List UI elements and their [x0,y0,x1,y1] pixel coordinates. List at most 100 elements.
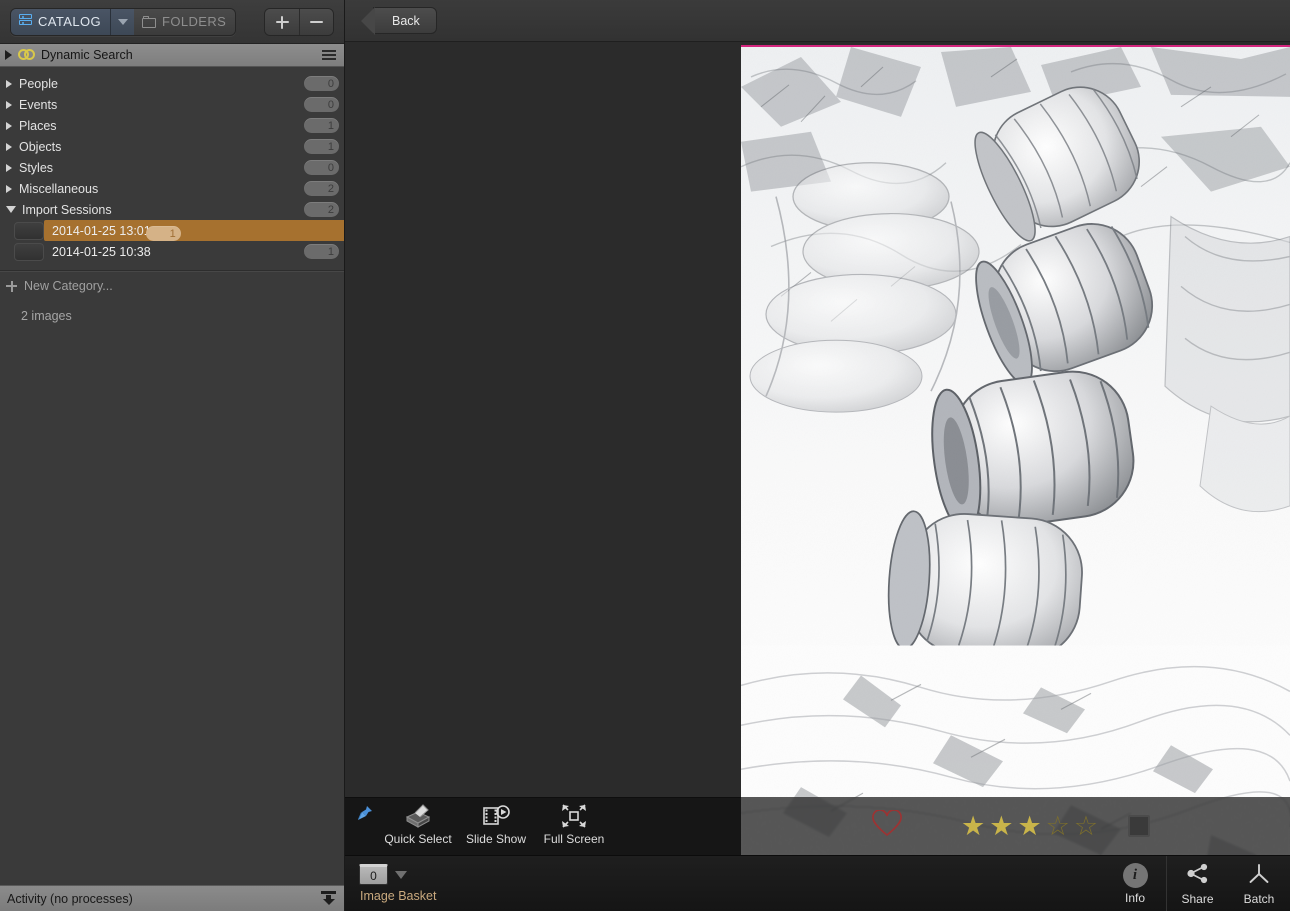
chevron-right-icon [6,184,12,193]
pin-icon[interactable] [357,805,373,821]
activity-label: Activity (no processes) [7,891,133,906]
tab-folders-label: FOLDERS [162,14,227,29]
new-category-label: New Category... [24,279,113,293]
catalog-icon [19,14,32,29]
tab-catalog-label: CATALOG [38,14,101,29]
add-collection-button[interactable] [265,9,299,35]
photo-image[interactable] [741,47,1290,855]
tree-item-objects[interactable]: Objects 1 [0,136,344,157]
status-actions: i Info Share Batch [1104,855,1290,911]
share-label: Share [1181,891,1214,906]
tree-item-events[interactable]: Events 0 [0,94,344,115]
full-screen-label: Full Screen [543,832,605,846]
tree-item-label: Places [19,118,57,133]
slide-show-button[interactable]: Slide Show [457,798,535,846]
star-4[interactable]: ☆ [1046,812,1070,840]
tree-item-places[interactable]: Places 1 [0,115,344,136]
chevron-right-icon [6,121,12,130]
basket-dropdown-icon[interactable] [395,870,407,879]
tree-item-count: 1 [304,118,339,133]
color-label-swatch[interactable] [1128,815,1151,837]
application-window: CATALOG FOLDERS Dynamic Search People 0 … [0,0,1290,911]
dynamic-search-icon [18,49,36,61]
chevron-right-icon [6,142,12,151]
star-3[interactable]: ★ [1017,812,1041,840]
chevron-right-icon [6,79,12,88]
chevron-right-icon [6,100,12,109]
share-button[interactable]: Share [1166,855,1228,911]
tree-item-label: Events [19,97,58,112]
status-bar: 0 Image Basket i Info Share Batch [345,855,1290,911]
catalog-tree: People 0 Events 0 Places 1 Objects 1 Sty… [0,67,344,262]
session-label: 2014-01-25 13:01 [52,223,151,238]
batch-button[interactable]: Batch [1228,856,1290,911]
image-basket[interactable]: 0 Image Basket [359,864,436,903]
tree-item-miscellaneous[interactable]: Miscellaneous 2 [0,178,344,199]
image-count-label: 2 images [21,309,72,323]
full-screen-button[interactable]: Full Screen [535,798,613,846]
chevron-right-icon [6,163,12,172]
folder-icon [142,15,156,28]
dynamic-search-header[interactable]: Dynamic Search [0,44,344,67]
download-icon[interactable] [321,891,336,906]
main-panel: Back Quick Select Slide Show Full Screen… [345,0,1290,911]
tree-item-import-sessions[interactable]: Import Sessions 2 [0,199,344,220]
session-count: 1 [304,244,339,259]
share-icon [1185,862,1211,889]
info-label: Info [1124,890,1145,905]
quick-select-label: Quick Select [384,832,452,846]
star-5[interactable]: ☆ [1074,812,1098,840]
tree-item-count: 0 [304,160,339,175]
viewer-toolbar: Quick Select Slide Show Full Screen [345,797,741,855]
disclosure-triangle-icon [5,50,12,60]
hamburger-icon[interactable] [322,50,336,60]
session-thumbnail [14,221,44,240]
source-tab-group: CATALOG FOLDERS [10,7,237,36]
tree-item-label: Styles [19,160,54,175]
info-button[interactable]: i Info [1104,856,1166,911]
star-rating[interactable]: ★ ★ ★ ☆ ☆ [961,812,1098,840]
tree-item-count: 0 [304,76,339,91]
catalog-dropdown-button[interactable] [110,8,134,35]
chevron-down-icon [117,18,128,25]
info-icon: i [1122,862,1148,888]
tree-item-styles[interactable]: Styles 0 [0,157,344,178]
star-2[interactable]: ★ [989,812,1013,840]
tree-item-label: Import Sessions [22,202,112,217]
minus-icon [310,21,323,23]
slide-show-icon [481,803,511,829]
quick-select-button[interactable]: Quick Select [379,798,457,846]
heart-icon[interactable] [871,808,903,843]
session-label: 2014-01-25 10:38 [52,244,151,259]
session-item-2014-01-25-1301[interactable]: 2014-01-25 13:01 1 [0,220,344,241]
chevron-down-icon [6,206,16,213]
tab-folders[interactable]: FOLDERS [134,8,236,35]
full-screen-icon [559,803,589,829]
tree-item-label: Miscellaneous [19,181,99,196]
tree-item-count: 2 [304,202,339,217]
star-1[interactable]: ★ [961,812,985,840]
batch-icon [1246,862,1272,889]
sidebar-toolbar: CATALOG FOLDERS [0,0,344,44]
session-item-2014-01-25-1038[interactable]: 2014-01-25 10:38 1 [0,241,344,262]
tab-catalog[interactable]: CATALOG [11,8,110,35]
tree-item-count: 2 [304,181,339,196]
tree-item-label: People [19,76,58,91]
slide-show-label: Slide Show [465,832,527,846]
tree-item-people[interactable]: People 0 [0,73,344,94]
rating-bar: ★ ★ ★ ☆ ☆ [741,797,1290,855]
new-category-button[interactable]: New Category... [0,271,344,301]
tree-item-label: Objects [19,139,62,154]
back-button-label: Back [392,13,420,28]
basket-count: 0 [359,864,388,885]
main-toolbar: Back [345,0,1290,42]
back-button[interactable]: Back [361,7,437,35]
tree-item-count: 1 [304,139,339,154]
left-sidebar: CATALOG FOLDERS Dynamic Search People 0 … [0,0,345,911]
image-viewer[interactable]: Quick Select Slide Show Full Screen ★ ★ … [345,42,1290,855]
remove-collection-button[interactable] [299,9,333,35]
dynamic-search-label: Dynamic Search [41,48,133,62]
activity-bar[interactable]: Activity (no processes) [0,885,344,911]
quick-select-icon [403,803,433,829]
session-thumbnail [14,242,44,261]
